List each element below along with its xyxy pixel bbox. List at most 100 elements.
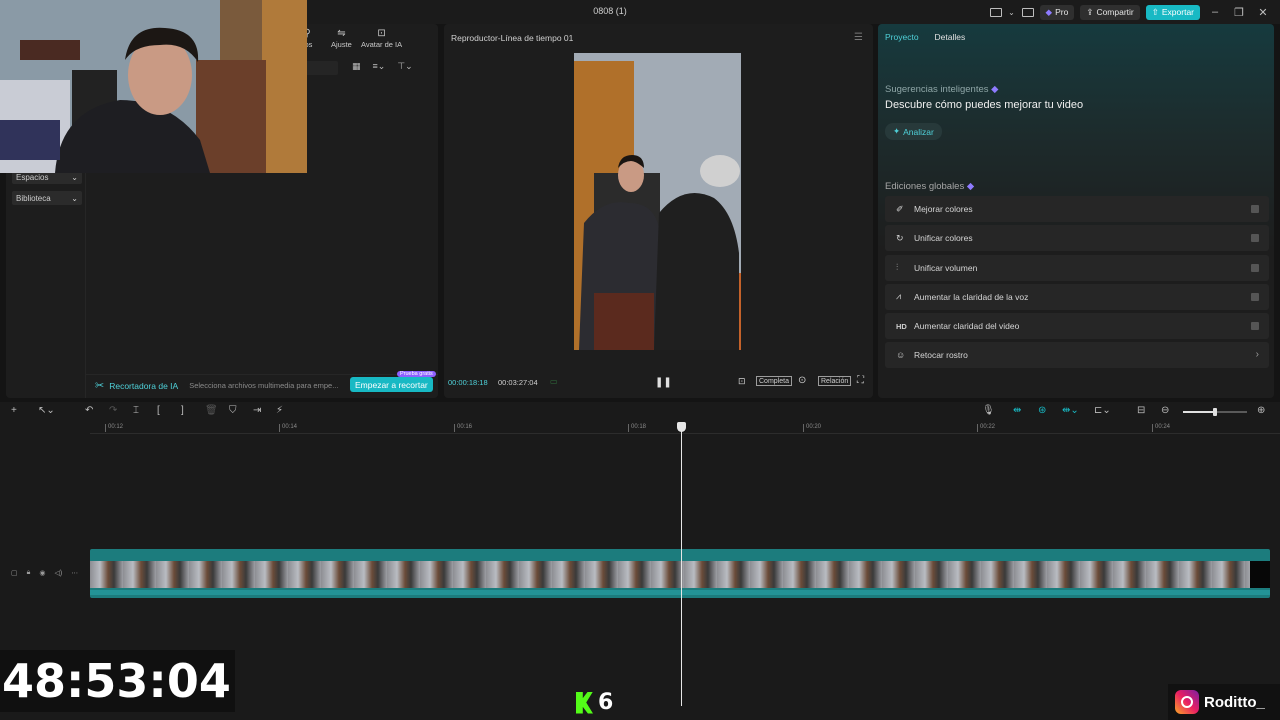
view-controls: ▦ ≡⌄ ⊤⌄ xyxy=(352,61,413,72)
audio-waveform xyxy=(90,590,1270,595)
tab-ai-avatar[interactable]: ⊡ Avatar de IA xyxy=(361,28,402,49)
trim-right-icon[interactable]: ] xyxy=(181,405,184,416)
cover-icon[interactable]: ▢ xyxy=(11,569,18,577)
select-tool-icon[interactable]: ↖⌄ xyxy=(38,405,55,416)
kick-logo-icon xyxy=(576,691,593,714)
player-title: Reproductor-Línea de tiempo 01 xyxy=(451,33,574,43)
menu-icon[interactable]: ☰ xyxy=(854,32,863,43)
chevron-right-icon: › xyxy=(1255,349,1259,361)
global-edit-item[interactable]: ⩘ Aumentar la claridad de la voz xyxy=(885,283,1269,310)
ruler-tick: 00:20 xyxy=(802,424,822,432)
toggle-checkbox[interactable] xyxy=(1251,322,1259,331)
snapshot-icon[interactable]: ⊙ xyxy=(798,375,806,386)
pause-button[interactable]: ❚❚ xyxy=(655,377,672,388)
sort-icon[interactable]: ≡⌄ xyxy=(373,61,386,72)
video-preview[interactable] xyxy=(574,53,741,350)
delete-icon[interactable]: 🗑 xyxy=(205,405,218,416)
global-edit-item[interactable]: ⫶ Unificar volumen xyxy=(885,254,1269,281)
start-cutting-button[interactable]: Empezar a recortar xyxy=(350,377,433,392)
link-clips-icon[interactable]: ⇹ xyxy=(1013,405,1021,416)
chevron-down-icon: ⌄ xyxy=(71,193,78,203)
chevron-down-icon[interactable]: ⌄ xyxy=(1008,8,1016,17)
export-button[interactable]: ⇧ Exportar xyxy=(1145,4,1200,20)
crop-icon[interactable]: ⊡ xyxy=(738,376,746,387)
split-icon[interactable]: ⌶ xyxy=(133,405,139,416)
global-edit-item[interactable]: HD Aumentar claridad del video xyxy=(885,313,1269,340)
layout-icon[interactable] xyxy=(989,7,1002,17)
fullscreen-icon[interactable]: ⛶ xyxy=(857,375,864,386)
total-time: 00:03:27:04 xyxy=(498,378,538,387)
filter-icon[interactable]: ⊤⌄ xyxy=(397,61,412,72)
freeze-icon[interactable]: ⇥ xyxy=(253,405,261,416)
sparkle-icon: ✦ xyxy=(893,126,901,136)
full-quality-button[interactable]: Completa xyxy=(756,376,792,386)
tab-proyecto[interactable]: Proyecto xyxy=(885,32,919,42)
toggle-checkbox[interactable] xyxy=(1251,263,1259,272)
zoom-in-icon[interactable]: ⊕ xyxy=(1257,405,1265,416)
global-edit-label: Retocar rostro xyxy=(914,350,968,361)
video-clip[interactable] xyxy=(90,549,1270,598)
redo-icon[interactable]: ↷ xyxy=(109,405,117,416)
global-edit-icon: ✐ xyxy=(896,203,904,214)
marker-icon[interactable]: ⛉ xyxy=(229,405,237,416)
lock-icon[interactable]: 🔒︎ xyxy=(27,569,31,577)
stream-timer: 48:53:04 xyxy=(0,650,235,712)
export-icon: ⇧ xyxy=(1151,6,1159,17)
share-button[interactable]: ⇪ Compartir xyxy=(1080,4,1140,20)
toggle-checkbox[interactable] xyxy=(1251,205,1259,213)
sidebar-item-biblioteca[interactable]: Biblioteca ⌄ xyxy=(12,191,82,205)
close-icon[interactable]: ✕ xyxy=(1254,6,1272,19)
speaker-icon[interactable]: ◁) xyxy=(54,569,62,577)
aspect-ratio-button[interactable]: Relación xyxy=(818,376,852,386)
magnet-icon[interactable]: ⊛ xyxy=(1038,405,1046,416)
grid-view-icon[interactable]: ▦ xyxy=(352,61,361,72)
global-edit-item[interactable]: ☺ Retocar rostro › xyxy=(885,342,1269,369)
clip-end-frame xyxy=(1250,561,1270,588)
zoom-slider[interactable] xyxy=(1183,408,1247,416)
tab-detalles[interactable]: Detalles xyxy=(935,32,966,42)
global-edit-icon: ⩘ xyxy=(896,291,902,302)
playhead[interactable] xyxy=(677,422,686,706)
ai-avatar-icon: ⊡ xyxy=(377,28,386,39)
global-edit-icon: ⫶ xyxy=(896,262,899,273)
kick-count: 6 xyxy=(598,690,614,715)
suggestions-heading: Descubre cómo puedes mejorar tu video xyxy=(885,99,1084,111)
toggle-checkbox[interactable] xyxy=(1251,234,1259,243)
playhead-handle[interactable] xyxy=(677,422,686,432)
ruler-tick: 00:16 xyxy=(453,424,473,432)
ai-edit-icon[interactable]: ⚡ xyxy=(276,405,283,416)
zoom-out-icon[interactable]: ⊖ xyxy=(1161,405,1169,416)
current-time: 00:00:18:18 xyxy=(448,378,488,387)
global-edit-icon: ↻ xyxy=(896,232,904,243)
toggle-checkbox[interactable] xyxy=(1251,292,1259,301)
global-edit-item[interactable]: ↻ Unificar colores xyxy=(885,225,1269,252)
tab-adjust[interactable]: ⇋ Ajuste xyxy=(331,28,352,49)
search-input[interactable] xyxy=(302,61,338,75)
restore-icon[interactable]: ❐ xyxy=(1230,6,1248,19)
properties-panel: Proyecto Detalles Sugerencias inteligent… xyxy=(878,24,1274,398)
caption-icon[interactable]: ⊟ xyxy=(1137,405,1145,416)
ruler-tick: 00:22 xyxy=(976,424,996,432)
snap-icon[interactable]: ⇹⌄ xyxy=(1062,405,1079,416)
diamond-icon: ◆ xyxy=(1045,6,1053,17)
diamond-icon: ◆ xyxy=(966,181,975,192)
diamond-icon: ◆ xyxy=(991,84,999,95)
minimize-icon[interactable]: – xyxy=(1206,6,1224,18)
ai-cutter-hint: Selecciona archivos multimedia para empe… xyxy=(189,381,339,390)
shortcuts-icon[interactable] xyxy=(1021,7,1034,17)
microphone-icon[interactable]: 🎙 xyxy=(982,405,995,416)
ruler-tick: 00:14 xyxy=(278,424,298,432)
eye-icon[interactable]: ◉ xyxy=(39,569,45,577)
more-icon[interactable]: ⋯ xyxy=(71,569,78,577)
add-icon[interactable]: + xyxy=(11,405,17,416)
webcam-image xyxy=(0,0,307,173)
pro-button[interactable]: ◆ Pro xyxy=(1039,4,1075,20)
global-edit-item[interactable]: ✐ Mejorar colores xyxy=(885,196,1269,222)
global-edit-label: Unificar volumen xyxy=(914,262,978,273)
ai-cutter-icon: ✂ xyxy=(95,380,105,392)
trim-left-icon[interactable]: [ xyxy=(157,405,160,416)
ai-cutter-title: Recortadora de IA xyxy=(109,380,179,391)
analyze-button[interactable]: ✦ Analizar xyxy=(885,123,942,140)
preview-axis-icon[interactable]: ⊏⌄ xyxy=(1094,405,1111,416)
undo-icon[interactable]: ↶ xyxy=(85,405,93,416)
